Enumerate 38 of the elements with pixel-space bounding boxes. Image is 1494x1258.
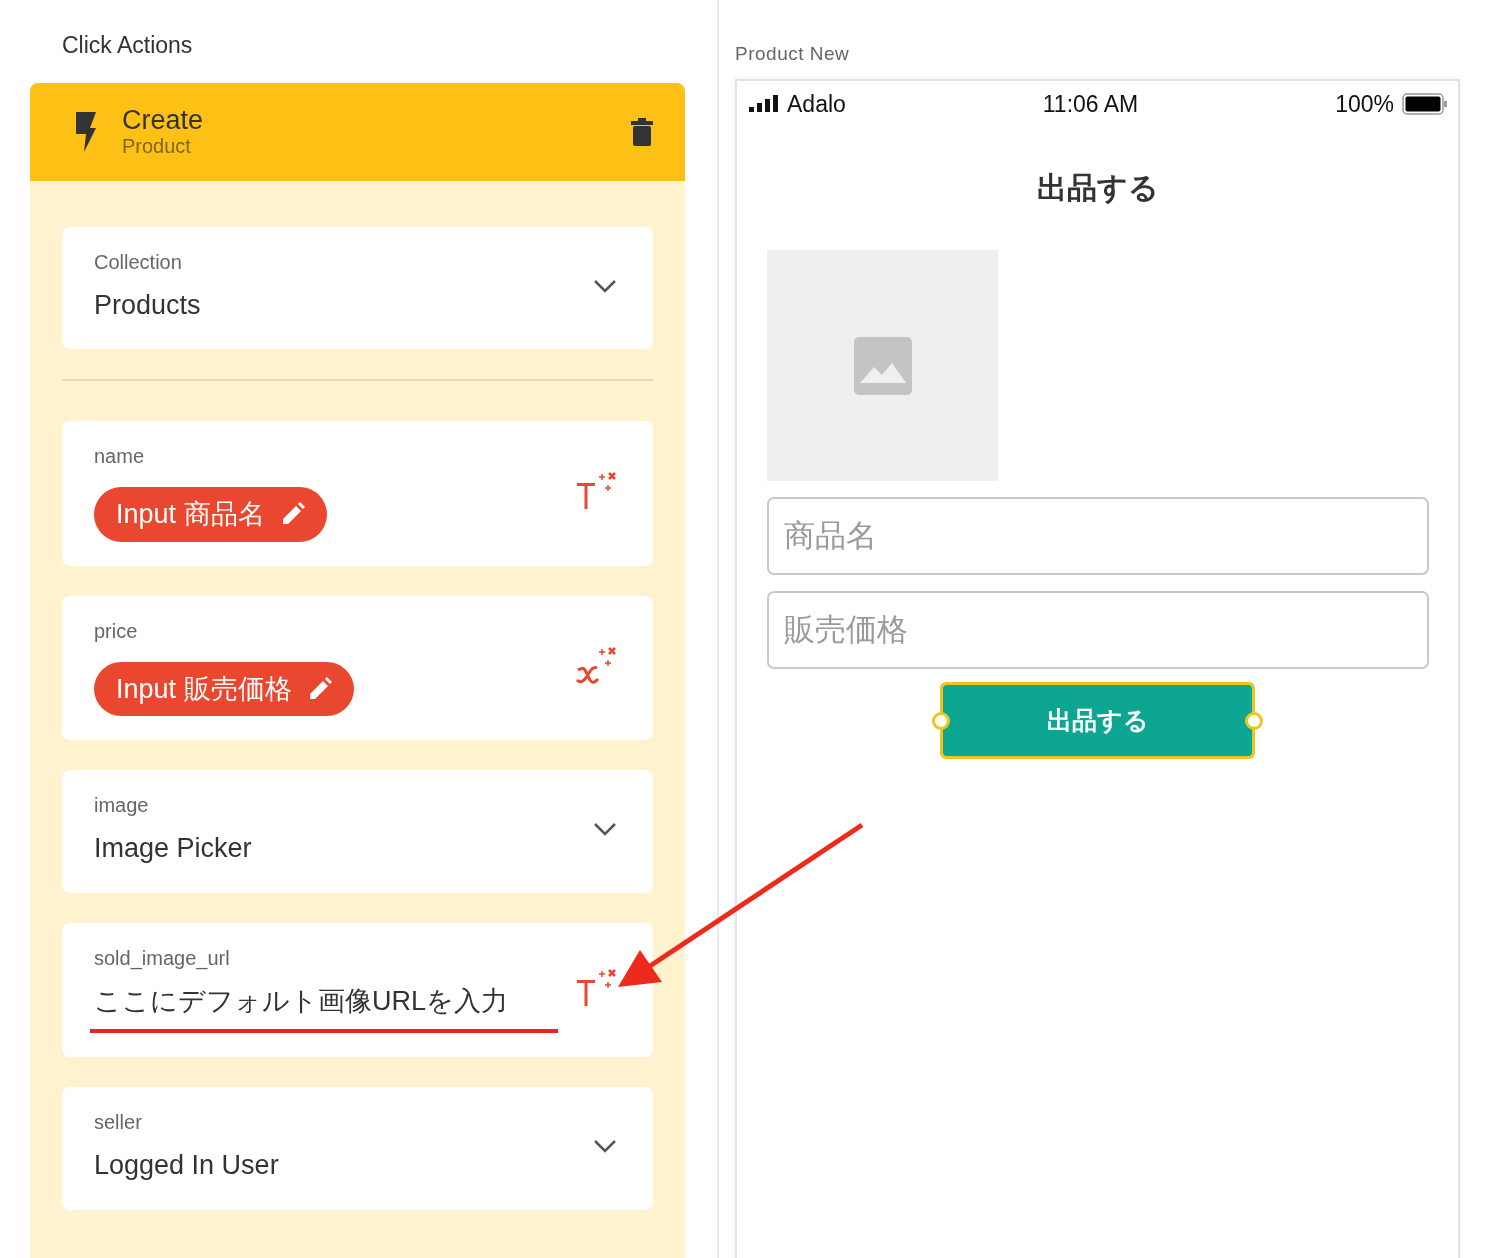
carrier-name: Adalo xyxy=(787,89,846,119)
field-value: Image Picker xyxy=(94,832,252,865)
field-value: Products xyxy=(94,288,201,322)
panel-title: Click Actions xyxy=(62,31,193,60)
action-title: Create xyxy=(122,105,204,136)
submit-button[interactable]: 出品する xyxy=(943,685,1252,756)
field-label: name xyxy=(94,444,145,469)
chevron-down-icon[interactable] xyxy=(593,1138,617,1155)
action-subtitle: Product xyxy=(122,135,192,158)
input-field[interactable]: 商品名 xyxy=(767,497,1429,575)
status-time: 11:06 AM xyxy=(1042,90,1139,117)
resize-handle[interactable] xyxy=(932,712,950,730)
pencil-icon xyxy=(280,502,305,527)
field-value: Logged In User xyxy=(94,1149,279,1182)
trash-icon[interactable] xyxy=(631,117,653,146)
resize-handle[interactable] xyxy=(1245,712,1263,730)
chevron-down-icon[interactable] xyxy=(593,821,617,838)
battery-icon xyxy=(1402,92,1448,115)
field-label: price xyxy=(94,618,138,644)
field-label: seller xyxy=(94,1110,142,1135)
image-icon xyxy=(853,336,912,395)
signal-icon xyxy=(749,94,779,113)
t-sparkle-icon[interactable] xyxy=(575,471,617,512)
field-value: ここにデフォルト画像URLを入力 xyxy=(90,980,558,1033)
field-label: Collection xyxy=(94,249,182,275)
field-label: image xyxy=(94,793,149,818)
pencil-icon xyxy=(307,676,332,701)
x-sparkle-icon[interactable] xyxy=(575,645,617,686)
binding-chip[interactable]: Input 商品名 xyxy=(94,487,327,542)
input-field[interactable]: 販売価格 xyxy=(767,591,1429,669)
t-sparkle-icon[interactable] xyxy=(575,967,617,1008)
battery-percent: 100% xyxy=(1335,89,1394,119)
screen-name: Product New xyxy=(735,42,850,66)
screen-title: 出品する xyxy=(1036,170,1159,206)
chevron-down-icon[interactable] xyxy=(593,277,617,294)
lightning-icon xyxy=(74,109,98,154)
field-label: sold_image_url xyxy=(94,945,230,972)
binding-chip[interactable]: Input 販売価格 xyxy=(94,661,354,716)
